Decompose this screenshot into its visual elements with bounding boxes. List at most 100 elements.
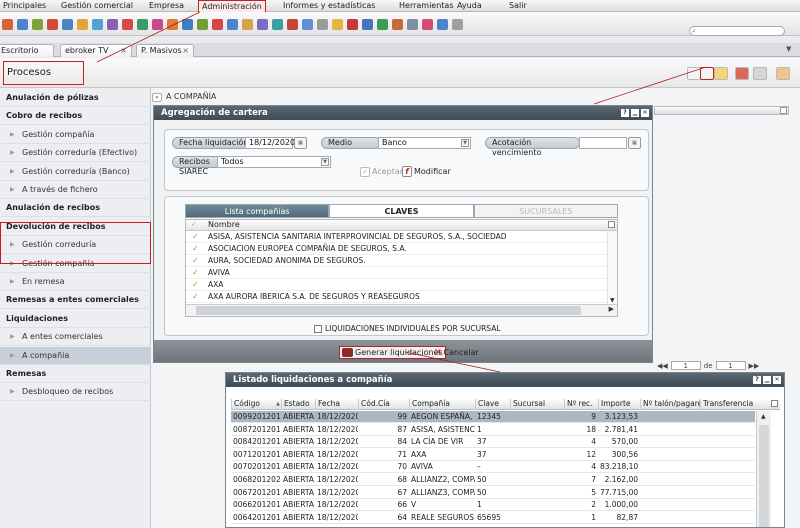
toolbar-tool-icon[interactable]	[452, 19, 463, 30]
toolbar-tool-icon[interactable]	[362, 19, 373, 30]
toolbar-tool-icon[interactable]	[257, 19, 268, 30]
check-icon[interactable]: ✓	[192, 231, 199, 243]
column-header[interactable]: Compañía	[409, 399, 475, 410]
sidebar-item[interactable]: ▶ A compañía	[0, 346, 151, 365]
modificar-button[interactable]: f Modificar	[402, 165, 451, 178]
sidebar-item[interactable]: ▶ Gestión correduría (Efectivo)	[0, 144, 151, 163]
toolbar-tool-icon[interactable]	[287, 19, 298, 30]
book-icon[interactable]	[735, 67, 749, 80]
menu-herramientas[interactable]: Herramientas	[396, 0, 457, 11]
menu-empresa[interactable]: Empresa	[146, 0, 187, 11]
list-item[interactable]: ✓ AXA AURORA IBERICA S.A. DE SEGUROS Y RE…	[186, 291, 617, 303]
tab-p-masivos[interactable]: P. Masivos ×	[136, 44, 194, 57]
help-icon[interactable]: ?	[753, 376, 761, 384]
document-icon[interactable]	[687, 67, 701, 80]
liquidaciones-sucursal-checkbox[interactable]: LIQUIDACIONES INDIVIDUALES POR SUCURSAL	[314, 324, 501, 334]
search-input[interactable]: ⌕	[689, 26, 785, 36]
toolbar-tool-icon[interactable]	[32, 19, 43, 30]
sidebar-section[interactable]: Anulación de pólizas	[0, 89, 151, 107]
tab-list-chevron-icon[interactable]: ▼	[786, 45, 796, 55]
toolbar-tool-icon[interactable]	[167, 19, 178, 30]
list-item[interactable]: ✓ AURA, SOCIEDAD ANONIMA DE SEGUROS.	[186, 255, 617, 267]
toolbar-tool-icon[interactable]	[302, 19, 313, 30]
tab-escritorio[interactable]: Escritorio	[0, 44, 54, 57]
checkbox-icon[interactable]	[314, 325, 322, 333]
column-header[interactable]: Estado	[281, 399, 315, 410]
toolbar-tool-icon[interactable]	[122, 19, 133, 30]
column-header[interactable]: Sucursal	[510, 399, 564, 410]
toolbar-tool-icon[interactable]	[407, 19, 418, 30]
sidebar-item[interactable]: ▶ En remesa	[0, 273, 151, 291]
menu-gestión-comercial[interactable]: Gestión comercial	[58, 0, 136, 11]
menu-principales[interactable]: Principales	[0, 0, 49, 11]
sidebar-item[interactable]: ▶ Gestión compañía	[0, 126, 151, 144]
sidebar-item[interactable]: ▶ Desbloqueo de recibos	[0, 383, 151, 402]
column-header[interactable]: Código ▲	[231, 399, 281, 410]
toolbar-tool-icon[interactable]	[392, 19, 403, 30]
toolbar-tool-icon[interactable]	[2, 19, 13, 30]
new-document-button[interactable]	[700, 67, 714, 80]
toolbar-tool-icon[interactable]	[152, 19, 163, 30]
table-row[interactable]: 0064201201 ABIERTA 18/12/2020 64 REALE SEGUR…	[231, 512, 755, 524]
sidebar-section[interactable]: Cobro de recibos	[0, 107, 151, 126]
chevron-up-icon[interactable]: ▲	[761, 413, 766, 420]
pager-next-icon[interactable]: ▶▶	[749, 362, 760, 370]
check-icon[interactable]: ✓	[192, 255, 199, 267]
calendar-icon[interactable]: ▦	[628, 137, 641, 149]
column-header[interactable]: Clave	[475, 399, 510, 410]
close-icon[interactable]: ✕	[773, 376, 781, 384]
help-icon[interactable]: ?	[621, 109, 629, 117]
menu-ayuda[interactable]: Ayuda	[454, 0, 485, 11]
recibos-siarec-select[interactable]: Todos ▼	[217, 156, 331, 168]
toolbar-tool-icon[interactable]	[92, 19, 103, 30]
list-item[interactable]: ✓ ASISA, ASISTENCIA SANITARIA INTERPROVIN…	[186, 231, 617, 243]
column-chooser-icon[interactable]	[771, 400, 778, 407]
chevron-down-icon[interactable]: ▼	[461, 139, 469, 147]
toolbar-tool-icon[interactable]	[17, 19, 28, 30]
tab-claves[interactable]: CLAVES	[329, 204, 474, 218]
column-header[interactable]: Transferencia	[700, 399, 761, 410]
column-header[interactable]: Nº rec.	[564, 399, 598, 410]
table-row[interactable]: 0087201201 ABIERTA 18/12/2020 87 ASISA, ASIS…	[231, 424, 755, 436]
toolbar-tool-icon[interactable]	[47, 19, 58, 30]
list-scrollbar[interactable]: ▼	[607, 231, 617, 306]
minimize-icon[interactable]: ▁	[763, 376, 771, 384]
check-icon[interactable]: ✓	[192, 279, 199, 291]
cancelar-button[interactable]: ✕ Cancelar	[434, 346, 479, 359]
list-item[interactable]: ✓ AVIVA	[186, 267, 617, 279]
sidebar-section[interactable]: Devolución de recibos	[0, 218, 151, 236]
column-chooser-icon[interactable]	[608, 221, 615, 228]
scroll-thumb[interactable]	[196, 306, 581, 315]
collapse-icon[interactable]: «	[152, 93, 162, 102]
toolbar-tool-icon[interactable]	[377, 19, 388, 30]
toolbar-tool-icon[interactable]	[437, 19, 448, 30]
sidebar-section[interactable]: Liquidaciones	[0, 310, 151, 328]
sidebar-item[interactable]: ▶ A entes comerciales	[0, 328, 151, 347]
scroll-thumb[interactable]	[759, 425, 769, 527]
chevron-down-icon[interactable]: ▼	[610, 297, 615, 304]
toolbar-tool-icon[interactable]	[182, 19, 193, 30]
table-row[interactable]: 0067201201 ABIERTA 18/12/2020 67 ALLIANZ3, C…	[231, 487, 755, 499]
toolbar-tool-icon[interactable]	[77, 19, 88, 30]
select-all-icon[interactable]: ✓	[191, 221, 198, 228]
toolbar-tool-icon[interactable]	[227, 19, 238, 30]
sidebar-section[interactable]: Anulación de recibos	[0, 199, 151, 218]
table-row[interactable]: 0066201201 ABIERTA 18/12/2020 66 V 1 2 1.000,00	[231, 499, 755, 512]
page-input[interactable]: 1	[670, 361, 701, 370]
menu-informes-y-estadísticas[interactable]: Informes y estadísticas	[280, 0, 378, 11]
edit-icon[interactable]	[714, 67, 728, 80]
tab-lista-companias[interactable]: Lista compañías	[185, 204, 330, 218]
table-row[interactable]: 0071201201 ABIERTA 18/12/2020 71 AXA 37 12 300,…	[231, 449, 755, 461]
column-header[interactable]: Fecha	[315, 399, 358, 410]
pager-prev-icon[interactable]: ◀◀	[657, 362, 668, 370]
check-icon[interactable]: ✓	[192, 291, 199, 303]
column-header[interactable]: Importe	[598, 399, 640, 410]
print-icon[interactable]	[753, 67, 767, 80]
toolbar-tool-icon[interactable]	[62, 19, 73, 30]
list-item[interactable]: ✓ ASOCIACION EUROPEA COMPAÑIA DE SEGUROS,…	[186, 243, 617, 255]
close-icon[interactable]: ×	[182, 45, 189, 57]
fecha-liquidacion-input[interactable]: 18/12/2020	[245, 137, 295, 149]
check-icon[interactable]: ✓	[192, 267, 199, 279]
toolbar-tool-icon[interactable]	[242, 19, 253, 30]
tab-ebroker-tv[interactable]: ebroker TV ×	[60, 44, 132, 57]
